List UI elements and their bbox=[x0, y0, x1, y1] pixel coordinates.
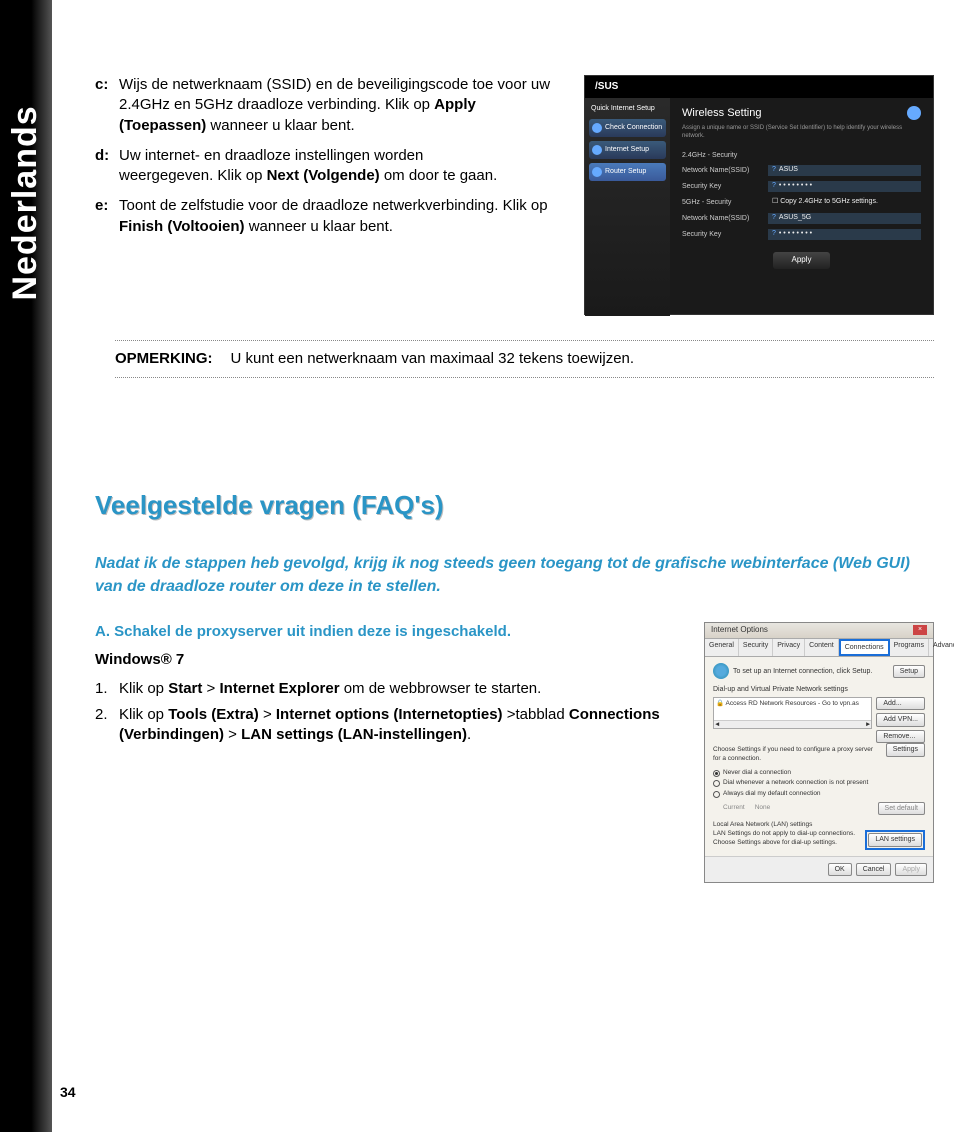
close-icon[interactable]: × bbox=[913, 625, 927, 635]
step-d: d: Uw internet- en draadloze instellinge… bbox=[95, 146, 564, 187]
ssid-24-input[interactable]: ?ASUS bbox=[768, 165, 921, 176]
settings-button[interactable]: Settings bbox=[886, 743, 925, 756]
apply-button[interactable]: Apply bbox=[773, 252, 829, 269]
setdefault-button[interactable]: Set default bbox=[878, 802, 925, 815]
router-desc: Assign a unique name or SSID (Service Se… bbox=[682, 124, 921, 140]
page-number: 34 bbox=[60, 1083, 76, 1102]
ssid-5-input[interactable]: ?ASUS_5G bbox=[768, 213, 921, 224]
copy-checkbox[interactable]: ☐ Copy 2.4GHz to 5GHz settings. bbox=[768, 197, 921, 208]
ie-tabs: General Security Privacy Content Connect… bbox=[705, 639, 933, 657]
faq-step-1: 1. Klik op Start > Internet Explorer om … bbox=[95, 679, 686, 699]
lan-settings-button[interactable]: LAN settings bbox=[868, 833, 922, 846]
check-icon bbox=[592, 123, 602, 133]
radio-never[interactable]: Never dial a connection bbox=[713, 769, 925, 778]
remove-button[interactable]: Remove... bbox=[876, 730, 925, 743]
sidebar-item-internet[interactable]: Internet Setup bbox=[589, 141, 666, 159]
key-5-input[interactable]: ?• • • • • • • • bbox=[768, 229, 921, 240]
asus-logo: /SUS bbox=[585, 76, 933, 98]
tab-advanced[interactable]: Advanced bbox=[929, 639, 954, 656]
globe-icon bbox=[713, 663, 729, 679]
note-label: OPMERKING: bbox=[115, 349, 213, 369]
tab-programs[interactable]: Programs bbox=[890, 639, 929, 656]
router-title: Wireless Setting bbox=[682, 106, 761, 121]
router-icon bbox=[592, 167, 602, 177]
note-text: U kunt een netwerknaam van maximaal 32 t… bbox=[231, 349, 635, 369]
router-screenshot: /SUS Quick Internet Setup Check Connecti… bbox=[584, 75, 934, 315]
home-icon[interactable] bbox=[907, 106, 921, 120]
step-e: e: Toont de zelfstudie voor de draadloze… bbox=[95, 196, 564, 237]
language-sidebar: Nederlands bbox=[0, 0, 52, 1132]
faq-step-2: 2. Klik op Tools (Extra) > Internet opti… bbox=[95, 705, 686, 746]
globe-icon bbox=[592, 145, 602, 155]
router-sidebar: Quick Internet Setup Check Connection In… bbox=[585, 98, 670, 316]
radio-whenever[interactable]: Dial whenever a network connection is no… bbox=[713, 779, 925, 788]
tab-privacy[interactable]: Privacy bbox=[773, 639, 805, 656]
language-label: Nederlands bbox=[3, 105, 49, 300]
apply-button[interactable]: Apply bbox=[895, 863, 927, 876]
internet-options-screenshot: Internet Options × General Security Priva… bbox=[704, 622, 934, 883]
faq-intro: Nadat ik de stappen heb gevolgd, krijg i… bbox=[95, 553, 934, 598]
tab-general[interactable]: General bbox=[705, 639, 739, 656]
sidebar-item-check[interactable]: Check Connection bbox=[589, 119, 666, 137]
note-box: OPMERKING: U kunt een netwerknaam van ma… bbox=[115, 340, 934, 378]
tab-connections[interactable]: Connections bbox=[839, 639, 890, 656]
key-24-input[interactable]: ?• • • • • • • • bbox=[768, 181, 921, 192]
ok-button[interactable]: OK bbox=[828, 863, 852, 876]
radio-always[interactable]: Always dial my default connection bbox=[713, 790, 925, 799]
ie-title: Internet Options bbox=[711, 625, 768, 636]
windows-heading: Windows® 7 bbox=[95, 650, 686, 670]
step-c: c: Wijs de netwerknaam (SSID) en de beve… bbox=[95, 75, 564, 136]
page-content: c: Wijs de netwerknaam (SSID) en de beve… bbox=[95, 75, 934, 883]
vpn-listbox[interactable]: 🔒 Access RD Network Resources - Go to vp… bbox=[713, 697, 872, 729]
tab-security[interactable]: Security bbox=[739, 639, 773, 656]
setup-button[interactable]: Setup bbox=[893, 665, 925, 678]
faq-sub-a: A. Schakel de proxyserver uit indien dez… bbox=[95, 622, 686, 642]
addvpn-button[interactable]: Add VPN... bbox=[876, 713, 925, 726]
add-button[interactable]: Add... bbox=[876, 697, 925, 710]
tab-content[interactable]: Content bbox=[805, 639, 839, 656]
faq-heading: Veelgestelde vragen (FAQ's) bbox=[95, 488, 934, 523]
cancel-button[interactable]: Cancel bbox=[856, 863, 892, 876]
sidebar-item-router[interactable]: Router Setup bbox=[589, 163, 666, 181]
